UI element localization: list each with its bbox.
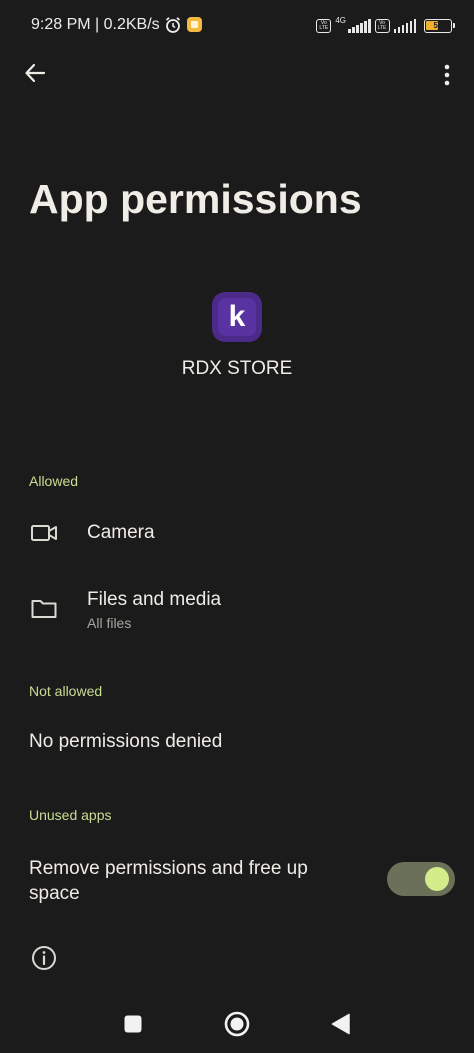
permission-subtitle: All files — [87, 615, 132, 631]
folder-icon — [31, 600, 57, 618]
permission-row-camera[interactable]: Camera — [0, 505, 474, 561]
toggle-thumb — [425, 867, 449, 891]
recents-square-icon[interactable] — [124, 1015, 142, 1033]
app-icon-letter: k — [228, 300, 246, 333]
signal-icon — [348, 19, 371, 33]
network-type-label: 4G — [335, 15, 346, 25]
status-bar: 9:28 PM | 0.2KB/s Vo LTE 4G Vo LTE 54 — [0, 0, 474, 52]
section-header-allowed: Allowed — [29, 473, 79, 489]
section-header-not-allowed: Not allowed — [29, 683, 103, 699]
status-time: 9:28 PM | 0.2KB/s — [31, 16, 160, 33]
remove-permissions-toggle[interactable] — [387, 862, 455, 896]
home-circle-icon[interactable] — [224, 1011, 250, 1037]
more-options-button[interactable] — [432, 58, 462, 92]
app-icon: k — [212, 292, 262, 342]
back-button[interactable] — [18, 56, 52, 90]
remove-permissions-label: Remove permissions and free up space — [29, 858, 308, 904]
permission-row-files[interactable]: Files and media All files — [0, 580, 474, 640]
back-triangle-icon[interactable] — [331, 1013, 351, 1035]
app-name: RDX STORE — [181, 358, 293, 379]
battery-icon: 54 — [424, 19, 455, 33]
notification-icon — [187, 17, 202, 32]
remove-permissions-row[interactable]: Remove permissions and free up space — [0, 850, 474, 914]
battery-level: 54 — [433, 21, 443, 30]
info-icon — [32, 946, 56, 970]
permission-title: Files and media — [87, 589, 222, 610]
signal-icon-2 — [393, 19, 416, 33]
volte-icon-2: Vo LTE — [374, 19, 390, 33]
permission-title: Camera — [87, 522, 155, 543]
status-icons: Vo LTE 4G Vo LTE 54 — [316, 14, 455, 38]
more-vert-icon — [444, 64, 450, 86]
page-title: App permissions — [29, 176, 362, 222]
section-header-unused-apps: Unused apps — [29, 807, 112, 823]
alarm-icon — [165, 17, 181, 33]
arrow-back-icon — [25, 63, 46, 83]
camera-icon — [31, 525, 57, 541]
volte-icon: Vo LTE — [316, 19, 332, 33]
no-permissions-denied-text: No permissions denied — [29, 731, 223, 752]
